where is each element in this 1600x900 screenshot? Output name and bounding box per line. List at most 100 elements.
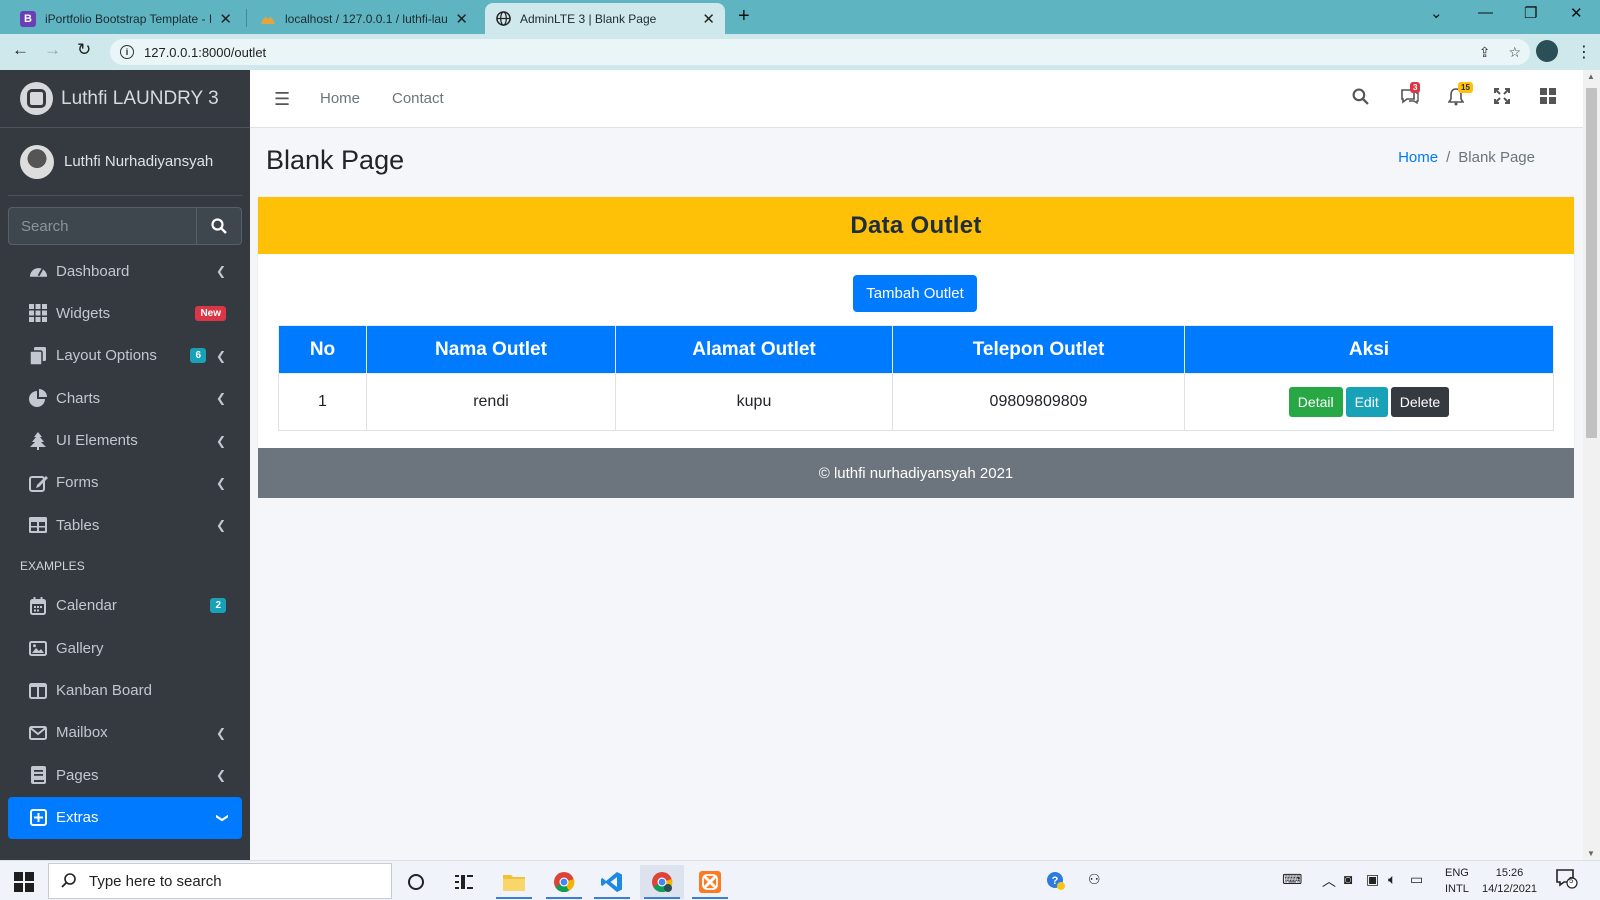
fullscreen-expand-icon[interactable] bbox=[1494, 88, 1510, 109]
breadcrumb-home-link[interactable]: Home bbox=[1398, 149, 1438, 166]
sidebar-item-gallery[interactable]: Gallery bbox=[8, 627, 242, 669]
envelope-icon bbox=[28, 724, 48, 742]
user-panel[interactable]: Luthfi Nurhadiyansyah bbox=[8, 128, 242, 196]
sidebar-item-ui-elements[interactable]: UI Elements ❮ bbox=[8, 420, 242, 462]
volume-icon[interactable]: 🔈︎ bbox=[1388, 871, 1396, 888]
search-icon bbox=[61, 872, 77, 893]
chevron-left-icon: ❮ bbox=[215, 264, 226, 278]
sidebar-item-label: Mailbox bbox=[56, 724, 108, 742]
sidebar-search-input[interactable] bbox=[8, 207, 196, 245]
keyboard-icon[interactable]: ⌨ bbox=[1282, 871, 1302, 888]
action-center-icon[interactable]: 5 bbox=[1556, 869, 1578, 892]
delete-button[interactable]: Delete bbox=[1390, 387, 1450, 417]
column-header-no: No bbox=[278, 325, 367, 374]
sidebar-item-layout-options[interactable]: Layout Options 6 ❮ bbox=[8, 335, 242, 377]
column-header-aksi: Aksi bbox=[1184, 325, 1554, 374]
chevron-down-icon: ❮ bbox=[213, 812, 228, 823]
sidebar-search-button[interactable] bbox=[196, 207, 242, 245]
notification-count: 5 bbox=[1569, 876, 1574, 885]
sidebar-item-mailbox[interactable]: Mailbox ❮ bbox=[8, 712, 242, 754]
help-icon[interactable]: ? bbox=[1046, 871, 1066, 894]
sidebar-item-label: Extras bbox=[56, 809, 99, 827]
sidebar-item-label: UI Elements bbox=[56, 432, 138, 450]
display-icon[interactable]: ▭ bbox=[1410, 871, 1423, 888]
sidebar-item-kanban-board[interactable]: Kanban Board bbox=[8, 670, 242, 712]
notifications-bell-icon[interactable]: 15 bbox=[1447, 82, 1473, 111]
address-bar: ← → ↻ i 127.0.0.1:8000/outlet ⇪ ☆ ⋮ bbox=[0, 34, 1600, 70]
nav-link-contact[interactable]: Contact bbox=[392, 90, 444, 107]
new-tab-icon[interactable]: + bbox=[738, 5, 750, 28]
chrome-profile-icon[interactable] bbox=[640, 865, 684, 899]
vscode-icon[interactable] bbox=[590, 865, 634, 899]
xampp-icon[interactable] bbox=[688, 865, 732, 899]
detail-button[interactable]: Detail bbox=[1288, 387, 1343, 417]
scrollbar-thumb[interactable] bbox=[1586, 88, 1597, 438]
close-tab-icon[interactable]: ✕ bbox=[219, 10, 232, 28]
tab-search-chevron-icon[interactable]: ⌄ bbox=[1430, 4, 1443, 22]
browser-tab-phpmyadmin[interactable]: localhost / 127.0.0.1 / luthfi-laun ✕ bbox=[250, 3, 478, 34]
menu-toggle-icon[interactable]: ☰ bbox=[274, 89, 290, 110]
sidebar-item-widgets[interactable]: Widgets New bbox=[8, 292, 242, 334]
outlet-card: Data Outlet Tambah Outlet No Nama Outlet… bbox=[258, 197, 1574, 448]
sidebar-item-forms[interactable]: Forms ❮ bbox=[8, 462, 242, 504]
control-sidebar-grid-icon[interactable] bbox=[1540, 88, 1556, 109]
sidebar-item-extras[interactable]: Extras ❮ bbox=[8, 796, 242, 839]
browser-menu-icon[interactable]: ⋮ bbox=[1576, 42, 1592, 62]
language-code: ENG bbox=[1445, 867, 1469, 879]
brand-text: Luthfi LAUNDRY 3 bbox=[61, 87, 219, 109]
sidebar-item-tables[interactable]: Tables ❮ bbox=[8, 504, 242, 546]
url-input[interactable]: i 127.0.0.1:8000/outlet ⇪ ☆ bbox=[110, 39, 1530, 65]
add-outlet-button[interactable]: Tambah Outlet bbox=[853, 275, 977, 312]
sidebar-item-pages[interactable]: Pages ❮ bbox=[8, 754, 242, 796]
file-explorer-icon[interactable] bbox=[492, 865, 536, 899]
scroll-up-icon[interactable]: ▲ bbox=[1587, 72, 1595, 81]
chevron-left-icon: ❮ bbox=[215, 433, 226, 448]
sidebar-item-calendar[interactable]: Calendar 2 bbox=[8, 585, 242, 627]
reload-icon[interactable]: ↻ bbox=[77, 40, 91, 60]
system-clock[interactable]: 15:26 14/12/2021 bbox=[1482, 865, 1537, 897]
browser-tab-iportfolio[interactable]: B iPortfolio Bootstrap Template - In ✕ bbox=[10, 3, 242, 34]
brand-link[interactable]: Luthfi LAUNDRY 3 bbox=[0, 70, 250, 128]
windows-start-icon[interactable] bbox=[14, 872, 34, 892]
profile-avatar-icon[interactable] bbox=[1536, 40, 1558, 62]
sidebar-item-charts[interactable]: Charts ❮ bbox=[8, 377, 242, 419]
minimize-icon[interactable]: — bbox=[1478, 4, 1493, 21]
bookmark-star-icon[interactable]: ☆ bbox=[1508, 44, 1521, 61]
messages-icon[interactable]: 3 bbox=[1400, 82, 1421, 110]
tab-title: iPortfolio Bootstrap Template - In bbox=[45, 11, 212, 26]
cell-no: 1 bbox=[278, 373, 367, 431]
top-navbar: ☰ Home Contact 3 15 bbox=[250, 70, 1583, 128]
sidebar-item-label: Forms bbox=[56, 474, 99, 492]
close-tab-icon[interactable]: ✕ bbox=[455, 10, 468, 28]
site-info-icon[interactable]: i bbox=[120, 45, 134, 59]
close-window-icon[interactable]: ✕ bbox=[1570, 4, 1583, 22]
restore-icon[interactable]: ❐ bbox=[1524, 4, 1537, 22]
language-indicator[interactable]: ENG INTL bbox=[1445, 865, 1469, 897]
column-header-alamat-outlet: Alamat Outlet bbox=[615, 325, 893, 374]
scroll-down-icon[interactable]: ▼ bbox=[1587, 849, 1595, 858]
page-scrollbar[interactable]: ▲ ▼ bbox=[1583, 70, 1600, 860]
nav-link-home[interactable]: Home bbox=[320, 90, 360, 107]
columns-icon bbox=[28, 682, 48, 700]
tree-icon bbox=[28, 431, 48, 450]
share-icon[interactable]: ⇪ bbox=[1479, 44, 1491, 61]
chrome-icon[interactable] bbox=[542, 865, 586, 899]
edit-button[interactable]: Edit bbox=[1345, 387, 1388, 417]
forward-icon[interactable]: → bbox=[44, 40, 61, 60]
people-icon[interactable]: ⚇ bbox=[1088, 871, 1101, 888]
cortana-icon[interactable] bbox=[394, 865, 438, 899]
adminlte-logo-icon bbox=[20, 82, 53, 115]
taskbar-search-box[interactable]: Type here to search bbox=[48, 863, 392, 899]
back-icon[interactable]: ← bbox=[12, 40, 29, 60]
show-hidden-icons-chevron-icon[interactable]: ︿ bbox=[1322, 871, 1336, 891]
webcam-icon[interactable]: ◙ bbox=[1344, 871, 1352, 887]
sidebar-item-dashboard[interactable]: Dashboard ❮ bbox=[8, 250, 242, 292]
task-view-icon[interactable] bbox=[442, 865, 486, 899]
network-icon[interactable]: ▣ bbox=[1366, 871, 1379, 888]
navbar-search-icon[interactable] bbox=[1352, 88, 1369, 110]
book-icon bbox=[28, 766, 48, 785]
cell-aksi: Detail Edit Delete bbox=[1184, 373, 1554, 431]
browser-tab-adminlte[interactable]: AdminLTE 3 | Blank Page ✕ bbox=[485, 3, 725, 34]
close-tab-icon[interactable]: ✕ bbox=[702, 10, 715, 28]
card-body: Tambah Outlet No Nama Outlet Alamat Outl… bbox=[258, 254, 1574, 448]
